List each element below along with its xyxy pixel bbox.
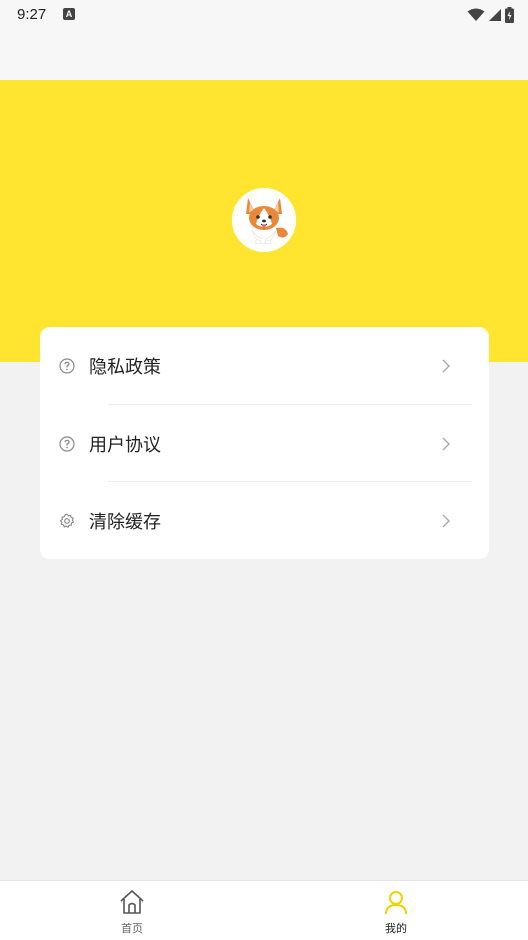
wifi-icon (467, 8, 485, 21)
a-letter-icon: A (63, 8, 75, 20)
status-time: 9:27 (17, 6, 47, 23)
question-circle-icon (59, 357, 75, 374)
user-icon (385, 891, 407, 915)
question-circle-icon (59, 435, 75, 452)
chevron-right-icon (442, 437, 450, 450)
battery-icon (505, 7, 514, 23)
bottom-tab-bar: 首页 我的 (0, 880, 528, 940)
gear-icon (59, 513, 75, 528)
menu-item-label: 隐私政策 (89, 356, 161, 378)
app-bar (0, 30, 528, 80)
menu-item-label: 用户协议 (89, 434, 161, 456)
chevron-right-icon (442, 359, 450, 372)
tab-label: 我的 (385, 922, 407, 935)
tab-home[interactable]: 首页 (0, 881, 264, 940)
menu-item-clear-cache[interactable]: 清除缓存 (40, 482, 489, 559)
chevron-right-icon (442, 514, 450, 527)
home-icon (120, 890, 144, 914)
tab-mine[interactable]: 我的 (264, 881, 528, 940)
menu-item-privacy-policy[interactable]: 隐私政策 (40, 327, 489, 404)
corgi-avatar (234, 190, 294, 250)
tab-label: 首页 (121, 922, 143, 935)
status-icons (467, 6, 514, 24)
menu-item-label: 清除缓存 (89, 511, 161, 533)
signal-icon (489, 9, 501, 21)
avatar[interactable] (232, 188, 296, 252)
menu-item-user-agreement[interactable]: 用户协议 (40, 405, 489, 482)
status-bar: 9:27 A (0, 0, 528, 30)
settings-menu-card: 隐私政策 用户协议 清除缓存 (40, 327, 489, 559)
